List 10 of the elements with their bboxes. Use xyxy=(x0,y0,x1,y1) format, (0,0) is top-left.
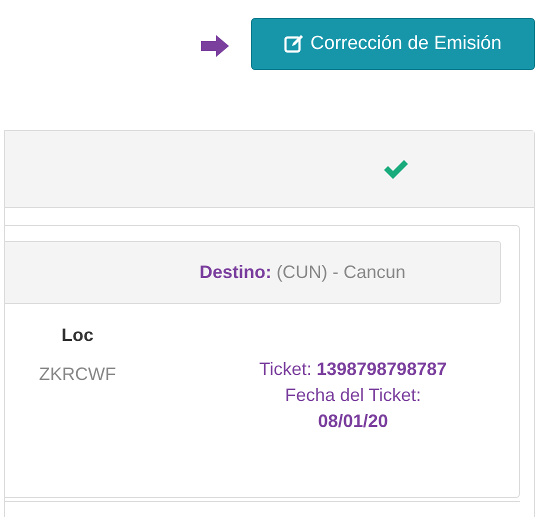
check-icon xyxy=(382,158,410,180)
loc-value: ZKRCWF xyxy=(39,363,116,386)
ticket-number: Ticket: 1398798798787 xyxy=(259,358,447,381)
arrow-right-icon xyxy=(201,35,229,57)
destination-text: Destino: (CUN) - Cancun xyxy=(199,261,406,284)
correction-button[interactable]: Corrección de Emisión xyxy=(251,18,535,70)
loc-heading: Loc xyxy=(61,324,94,347)
ticket-date: 08/01/20 xyxy=(318,410,388,433)
ticket-date-label: Fecha del Ticket: xyxy=(284,384,422,407)
edit-icon xyxy=(284,35,304,53)
